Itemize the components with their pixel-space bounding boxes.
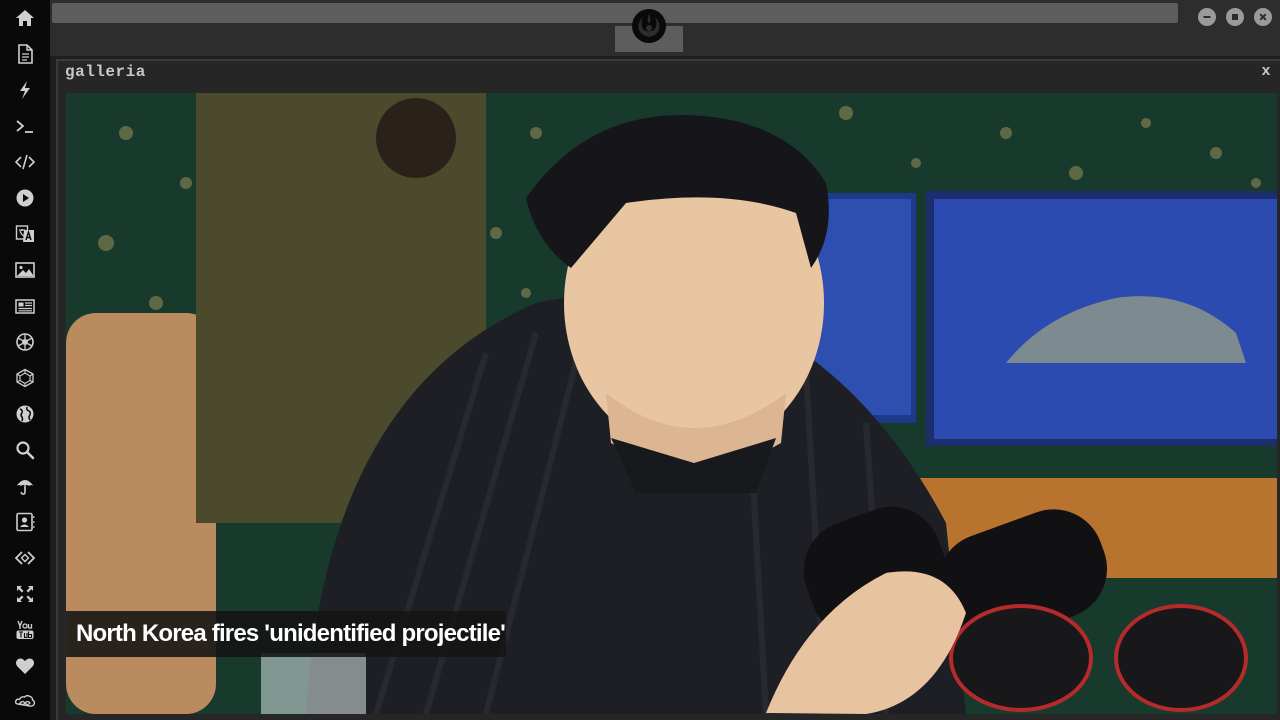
minimize-button[interactable]	[1198, 8, 1216, 26]
umbrella-icon[interactable]	[13, 474, 37, 498]
aperture-icon[interactable]	[13, 330, 37, 354]
globe-icon[interactable]	[13, 402, 37, 426]
polyhedron-icon[interactable]	[13, 366, 37, 390]
code-icon[interactable]	[13, 150, 37, 174]
heart-icon[interactable]	[13, 654, 37, 678]
youtube-icon[interactable]	[13, 618, 37, 642]
search-icon[interactable]	[13, 438, 37, 462]
expand-icon[interactable]	[13, 582, 37, 606]
gallery-caption[interactable]: North Korea fires 'unidentified projecti…	[76, 620, 506, 648]
caption-box: North Korea fires 'unidentified projecti…	[66, 611, 506, 657]
square-icon	[1232, 14, 1238, 20]
home-icon[interactable]	[13, 6, 37, 30]
maximize-button[interactable]	[1226, 8, 1244, 26]
x-icon	[1259, 13, 1267, 21]
play-icon[interactable]	[13, 186, 37, 210]
sidebar	[0, 0, 50, 720]
lightning-icon[interactable]	[13, 78, 37, 102]
infinity-cloud-icon[interactable]	[13, 690, 37, 714]
code-diamond-icon[interactable]	[13, 546, 37, 570]
rebel-alliance-icon	[631, 8, 667, 44]
contact-card-icon[interactable]	[13, 510, 37, 534]
close-window-button[interactable]	[1254, 8, 1272, 26]
terminal-icon[interactable]	[13, 114, 37, 138]
panel-title: galleria	[65, 63, 146, 81]
newspaper-icon[interactable]	[13, 294, 37, 318]
translate-icon[interactable]	[13, 222, 37, 246]
panel-close-button[interactable]: x	[1258, 63, 1274, 83]
document-icon[interactable]	[13, 42, 37, 66]
minus-icon	[1203, 16, 1211, 18]
address-bar[interactable]	[52, 3, 1178, 23]
image-icon[interactable]	[13, 258, 37, 282]
